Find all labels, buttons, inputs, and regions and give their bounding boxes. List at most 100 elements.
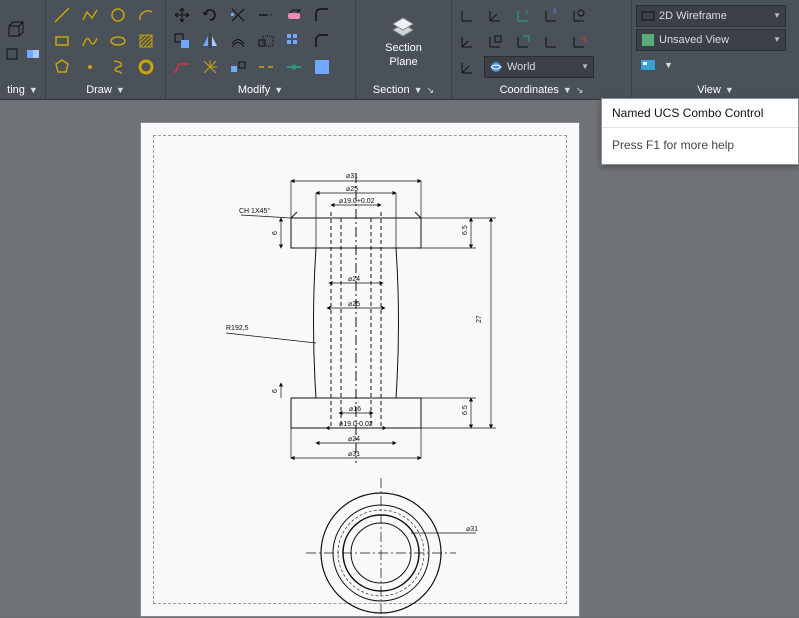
donut-tool-icon[interactable] [134,55,158,79]
chevron-down-icon: ▼ [725,85,734,95]
section-plane-label2: Plane [385,56,422,69]
panel-title-draw[interactable]: Draw ▼ [46,81,165,99]
named-view-label: Unsaved View [659,34,729,46]
move-tool-icon[interactable] [170,3,194,27]
panel-title-view[interactable]: View ▼ [632,81,799,99]
ribbon: ting ▼ Draw ▼ [0,0,799,100]
chamfer-tool-icon[interactable] [310,29,334,53]
ucs-icon-1[interactable] [456,3,480,27]
visual-style-combo[interactable]: 2D Wireframe ▼ [636,5,786,27]
chevron-down-icon: ▼ [563,85,572,95]
polygon-tool-icon[interactable] [50,55,74,79]
array-tool-icon[interactable] [282,29,306,53]
panel-coordinates: z 3 World ▼ Coordinates ▼ ↘ [452,0,632,99]
named-view-combo[interactable]: Unsaved View ▼ [636,29,786,51]
paper-sheet: ⌀31 ⌀25 ⌀19.0+0.02 ⌀24 ⌀25 ⌀16 ⌀19.0-0.0… [140,122,580,617]
edit-tool-icon[interactable] [310,55,334,79]
dim-27: 27 [476,315,483,323]
panel-section: Section Plane Section ▼ ↘ [356,0,452,99]
line-tool-icon[interactable] [50,3,74,27]
stretch-tool-icon[interactable] [170,55,194,79]
section-plane-button[interactable]: Section Plane [377,8,430,72]
chevron-down-icon: ▼ [773,11,781,20]
dim-d25-top: ⌀25 [346,186,358,193]
dim-6d: 6 [272,389,279,393]
extend-tool-icon[interactable] [254,3,278,27]
dim-6b: 6.5 [462,405,469,415]
point-tool-icon[interactable] [78,55,102,79]
panel-view-label: View [697,84,721,96]
align-tool-icon[interactable] [226,55,250,79]
ucs-icon-7[interactable] [484,29,508,53]
ellipse-tool-icon[interactable] [106,29,130,53]
chevron-down-icon: ▼ [116,85,125,95]
circle-tool-icon[interactable] [106,3,130,27]
arc-tool-icon[interactable] [134,3,158,27]
panel-ting-label: ting [7,84,25,96]
section-plane-label1: Section [385,42,422,55]
ucs-icon-8[interactable] [512,29,536,53]
rectangle-tool-icon[interactable] [50,29,74,53]
ucs-icon-6[interactable] [456,29,480,53]
tooltip-help: Press F1 for more help [602,128,798,164]
technical-drawing: ⌀31 ⌀25 ⌀19.0+0.02 ⌀24 ⌀25 ⌀16 ⌀19.0-0.0… [141,123,581,618]
rotate-tool-icon[interactable] [198,3,222,27]
panel-modify-label: Modify [238,84,270,96]
panel-title-section[interactable]: Section ▼ ↘ [356,81,451,99]
spline-tool-icon[interactable] [78,29,102,53]
dim-d24-bot: ⌀24 [348,436,360,443]
scale-tool-icon[interactable] [254,29,278,53]
tool-unknown-1-icon[interactable] [4,44,21,64]
trim-tool-icon[interactable] [226,3,250,27]
ucs-icon-3[interactable]: z [512,3,536,27]
dim-d19p: ⌀19.0+0.02 [339,198,375,205]
ucs-combo[interactable]: World ▼ [484,56,594,78]
tool-unknown-2-icon[interactable] [25,44,42,64]
launcher-icon[interactable]: ↘ [576,85,584,96]
helix-tool-icon[interactable] [106,55,130,79]
chevron-down-icon: ▼ [29,85,38,95]
panel-view: 2D Wireframe ▼ Unsaved View ▼ ▼ View ▼ [632,0,799,99]
polyline-tool-icon[interactable] [78,3,102,27]
dim-d19m: ⌀19.0-0.02 [339,421,373,428]
view-manager-icon[interactable] [636,53,660,77]
fillet-tool-icon[interactable] [310,3,334,27]
dim-6c: 6 [272,231,279,235]
dim-d31-top: ⌀31 [346,173,358,180]
copy-tool-icon[interactable] [170,29,194,53]
panel-modify: Modify ▼ [166,0,356,99]
ucs-icon-2[interactable] [484,3,508,27]
drawing-canvas[interactable]: ⌀31 ⌀25 ⌀19.0+0.02 ⌀24 ⌀25 ⌀16 ⌀19.0-0.0… [0,100,799,617]
ucs-display-icon[interactable] [456,55,480,79]
ucs-icon-10[interactable] [568,29,592,53]
launcher-icon[interactable]: ↘ [427,85,435,96]
dim-d31-bot: ⌀31 [348,451,360,458]
chevron-down-icon: ▼ [581,62,589,71]
tooltip-title: Named UCS Combo Control [602,99,798,128]
chevron-down-icon: ▼ [414,85,423,95]
dim-d31-circ: ⌀31 [466,526,478,533]
panel-title-partial[interactable]: ting ▼ [0,81,45,99]
ucs-icon-9[interactable] [540,29,564,53]
offset-tool-icon[interactable] [226,29,250,53]
join-tool-icon[interactable] [282,55,306,79]
break-tool-icon[interactable] [254,55,278,79]
panel-title-coordinates[interactable]: Coordinates ▼ ↘ [452,81,631,99]
dim-6a: 6.5 [462,225,469,235]
mirror-tool-icon[interactable] [198,29,222,53]
dim-d16: ⌀16 [349,406,361,413]
hatch-tool-icon[interactable] [134,29,158,53]
panel-coords-label: Coordinates [500,84,559,96]
dim-d25-mid: ⌀25 [348,301,360,308]
visual-style-label: 2D Wireframe [659,10,727,22]
panel-title-modify[interactable]: Modify ▼ [166,81,355,99]
explode-tool-icon[interactable] [198,55,222,79]
dim-ch: CH 1X45° [239,207,270,215]
ucs-icon-5[interactable] [568,3,592,27]
ucs-icon-4[interactable]: 3 [540,3,564,27]
erase-tool-icon[interactable] [282,3,306,27]
chevron-down-icon: ▼ [664,60,673,70]
svg-text:z: z [525,10,528,16]
tool-box-icon[interactable] [4,18,28,42]
panel-section-label: Section [373,84,410,96]
